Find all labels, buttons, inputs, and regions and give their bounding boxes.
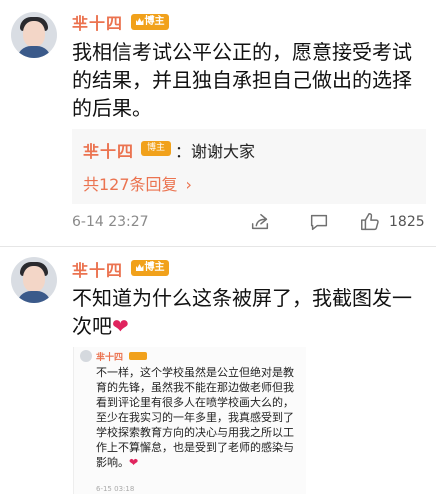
reply-username[interactable]: 芈十四 xyxy=(83,138,134,162)
comment-text: 不知道为什么这条被屏了，我截图发一次吧❤ xyxy=(72,286,412,338)
comment-timestamp: 6-14 23:27 xyxy=(72,214,149,230)
heart-emoji-icon: ❤ xyxy=(129,456,139,469)
reply-blogger-badge: 博主 xyxy=(141,141,171,156)
screenshot-avatar xyxy=(80,350,92,362)
reply-text: ：谢谢大家 xyxy=(175,142,256,161)
thumbs-up-icon xyxy=(361,213,379,231)
blogger-badge: 博主 xyxy=(131,260,169,276)
chevron-right-icon: › xyxy=(185,175,192,194)
screenshot-badge xyxy=(129,352,147,360)
crown-icon xyxy=(135,264,144,271)
comment-button[interactable] xyxy=(308,209,330,235)
embedded-screenshot[interactable]: 芈十四 不一样，这个学校虽然是公立但绝对是教育的先锋，虽然我不能在那边做老师但我… xyxy=(73,347,306,494)
share-icon xyxy=(251,213,269,230)
heart-emoji-icon: ❤ xyxy=(112,314,129,338)
like-count: 1825 xyxy=(389,214,425,230)
screenshot-username: 芈十四 xyxy=(96,353,124,363)
comment-username[interactable]: 芈十四 xyxy=(72,10,123,34)
comment-username[interactable]: 芈十四 xyxy=(72,257,123,281)
like-button[interactable]: 1825 xyxy=(359,209,425,235)
blogger-badge: 博主 xyxy=(131,14,169,30)
comment-text: 我相信考试公平公正的，愿意接受考试的结果，并且独自承担自己做出的选择的后果。 xyxy=(72,40,412,120)
comment-icon xyxy=(310,214,328,231)
crown-icon xyxy=(135,18,144,25)
share-button[interactable] xyxy=(249,209,271,235)
screenshot-text: 不一样，这个学校虽然是公立但绝对是教育的先锋，虽然我不能在那边做老师但我看到评论… xyxy=(96,366,294,469)
screenshot-timestamp: 6-15 03:18 xyxy=(96,485,135,493)
comment-item: 芈十四 博主 不知道为什么这条被屏了，我截图发一次吧❤ 芈十四 不一样，这个学校… xyxy=(0,247,436,494)
avatar[interactable] xyxy=(11,257,57,303)
reply-preview[interactable]: 芈十四 博主 ：谢谢大家 共127条回复 › xyxy=(72,129,426,204)
comment-item: 芈十四 博主 我相信考试公平公正的，愿意接受考试的结果，并且独自承担自己做出的选… xyxy=(0,0,436,246)
avatar[interactable] xyxy=(11,12,57,58)
view-replies-link[interactable]: 共127条回复 › xyxy=(83,171,192,195)
